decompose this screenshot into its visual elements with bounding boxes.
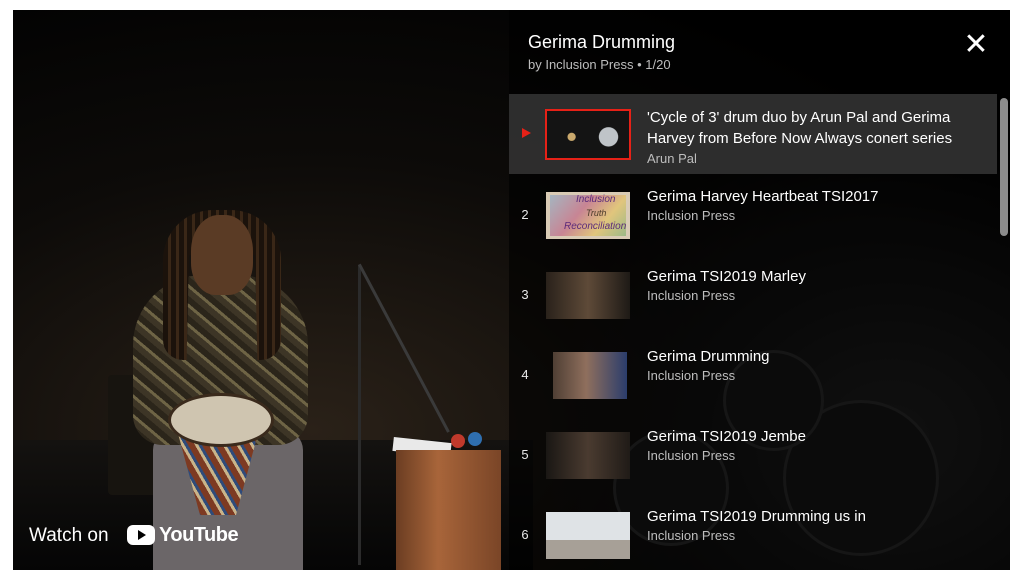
video-thumbnail[interactable]: Inclusion Truth Reconciliation [546,192,630,239]
video-title[interactable]: Gerima TSI2019 Drumming us in [647,506,992,527]
video-channel: Arun Pal [647,151,697,166]
item-index: 4 [521,367,529,382]
video-title[interactable]: Gerima Drumming [647,346,992,367]
thumbnail-text: Inclusion [576,194,616,205]
video-title[interactable]: 'Cycle of 3' drum duo by Arun Pal and Ge… [647,107,992,149]
watch-on-label: Watch on [29,525,109,546]
playlist-item[interactable]: 6 Gerima TSI2019 Drumming us in Inclusio… [509,494,997,570]
mic-boom [358,263,450,433]
video-channel: Inclusion Press [647,208,736,223]
video-thumbnail[interactable] [546,272,630,319]
thumbnail-text: Reconciliation [564,221,627,232]
video-thumbnail[interactable] [553,352,627,399]
playlist-item[interactable]: 3 Gerima TSI2019 Marley Inclusion Press [509,254,997,334]
close-icon[interactable]: ✕ [959,28,993,62]
djembe-drum-head [168,393,274,447]
video-player[interactable]: Gerima Drumming by Inclusion Press • 1/2… [13,10,1010,570]
playlist-panel: Gerima Drumming by Inclusion Press • 1/2… [509,10,1010,570]
item-index: 3 [521,287,529,302]
now-playing-icon [522,128,531,138]
playlist-item[interactable]: 'Cycle of 3' drum duo by Arun Pal and Ge… [509,94,997,174]
video-channel: Inclusion Press [647,528,736,543]
playlist-subtitle: by Inclusion Press • 1/20 [528,57,671,72]
cajon-drum [396,450,501,570]
playlist-list: 'Cycle of 3' drum duo by Arun Pal and Ge… [509,94,1010,570]
item-index: 5 [521,447,529,462]
blue-shaker [468,432,482,446]
watch-on-youtube-button[interactable]: Watch on YouTube [13,510,243,560]
item-index: 2 [521,207,529,222]
mic-stand [358,265,361,565]
red-shaker [451,434,465,448]
video-title[interactable]: Gerima TSI2019 Jembe [647,426,992,447]
thumbnail-text: Truth [586,208,607,218]
item-index: 6 [521,527,529,542]
video-thumbnail[interactable] [546,432,630,479]
playlist-title[interactable]: Gerima Drumming [528,32,675,53]
video-thumbnail[interactable] [546,512,630,559]
playlist-item[interactable]: 4 Gerima Drumming Inclusion Press [509,334,997,414]
video-channel: Inclusion Press [647,288,736,303]
video-title[interactable]: Gerima TSI2019 Marley [647,266,992,287]
video-channel: Inclusion Press [647,448,736,463]
video-channel: Inclusion Press [647,368,736,383]
video-title[interactable]: Gerima Harvey Heartbeat TSI2017 [647,186,992,207]
performer-head [191,215,253,295]
youtube-wordmark: YouTube [159,524,239,546]
youtube-logo-icon [127,525,155,545]
playlist-item[interactable]: 5 Gerima TSI2019 Jembe Inclusion Press [509,414,997,494]
scrollbar-thumb[interactable] [1000,98,1008,236]
video-thumbnail[interactable] [545,109,631,160]
playlist-item[interactable]: 2 Inclusion Truth Reconciliation Gerima … [509,174,997,254]
